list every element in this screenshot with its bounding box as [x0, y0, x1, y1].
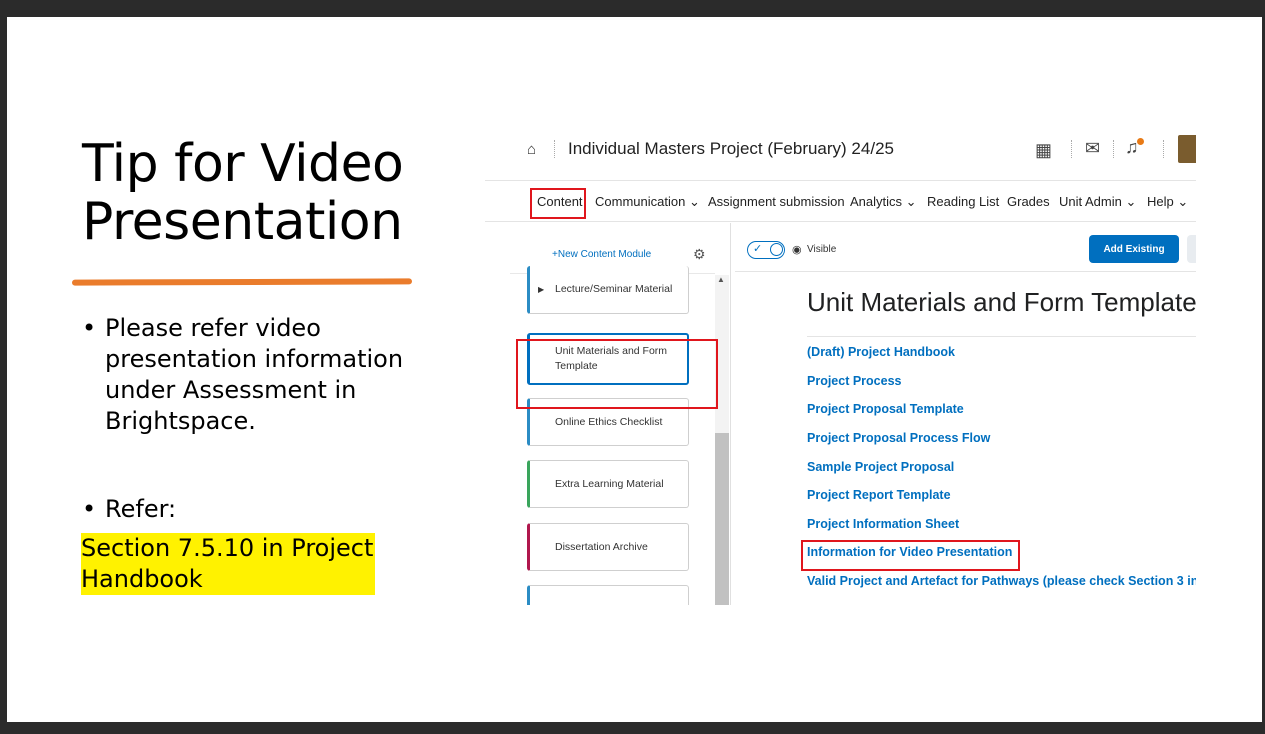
- bullet-item: Refer:: [82, 494, 427, 525]
- module-list: ▶ Lecture/Seminar Material Unit Material…: [510, 266, 715, 605]
- nav-analytics[interactable]: Analytics ⌄: [850, 194, 917, 210]
- notification-dot: [1137, 138, 1144, 145]
- nav-reading-list[interactable]: Reading List: [927, 194, 999, 209]
- scroll-thumb[interactable]: [715, 433, 729, 605]
- nav-assignment-submission[interactable]: Assignment submission: [708, 194, 845, 209]
- visibility-toggle[interactable]: ✓: [747, 241, 785, 259]
- caret-right-icon: ▶: [538, 285, 545, 294]
- course-title[interactable]: Individual Masters Project (February) 24…: [568, 139, 894, 159]
- separator: [554, 140, 555, 158]
- nav-label: Analytics: [850, 194, 903, 209]
- separator: [1071, 140, 1072, 158]
- chat-icon[interactable]: ✉: [1085, 139, 1100, 157]
- topic-link[interactable]: Project Proposal Template: [807, 402, 964, 416]
- module-label: Online Ethics Checklist: [555, 415, 663, 428]
- module-label: Dissertation Archive: [555, 540, 648, 553]
- highlighted-reference: Section 7.5.10 in Project Handbook: [81, 533, 375, 595]
- module-label: Lecture/Seminar Material: [555, 283, 673, 295]
- eye-icon: ◉: [792, 244, 802, 256]
- topic-link[interactable]: (Draft) Project Handbook: [807, 345, 955, 359]
- nav-label: Help: [1147, 194, 1174, 209]
- visible-label: Visible: [807, 244, 837, 255]
- topic-link[interactable]: Project Information Sheet: [807, 517, 959, 531]
- nav-help[interactable]: Help ⌄: [1147, 194, 1188, 210]
- add-existing-button[interactable]: Add Existing: [1089, 235, 1179, 263]
- module-highlight-box: [516, 339, 718, 409]
- toggle-knob: [770, 243, 783, 256]
- topic-link[interactable]: Project Report Template: [807, 488, 951, 502]
- embedded-screenshot: ⌂ Individual Masters Project (February) …: [485, 125, 1196, 605]
- separator: [1113, 140, 1114, 158]
- slide: Tip for Video Presentation Please refer …: [7, 17, 1262, 722]
- module-item[interactable]: Extra Learning Material: [527, 460, 689, 508]
- divider: [735, 271, 1196, 272]
- secondary-button[interactable]: [1187, 235, 1196, 263]
- nav-label: Unit Admin: [1059, 194, 1122, 209]
- bullet-item: Please refer video presentation informat…: [82, 313, 427, 437]
- topic-link[interactable]: Sample Project Proposal: [807, 460, 954, 474]
- chevron-down-icon: ⌄: [1177, 194, 1189, 209]
- scroll-up-icon[interactable]: ▲: [717, 275, 725, 284]
- slide-title: Tip for Video Presentation: [82, 134, 404, 252]
- nav-unit-admin[interactable]: Unit Admin ⌄: [1059, 194, 1136, 210]
- divider: [807, 336, 1196, 337]
- topic-link[interactable]: Project Process: [807, 374, 902, 388]
- module-item[interactable]: Dissertation Archive: [527, 523, 689, 571]
- chevron-down-icon: ⌄: [688, 194, 700, 209]
- new-module-label: New Content Module: [557, 249, 652, 260]
- topic-link[interactable]: Valid Project and Artefact for Pathways …: [807, 574, 1196, 588]
- nav-label: Communication: [595, 194, 686, 209]
- section-title: Unit Materials and Form Template: [807, 287, 1196, 317]
- module-item[interactable]: ▶ Lecture/Seminar Material: [527, 266, 689, 314]
- title-line-1: Tip for Video: [82, 134, 404, 194]
- chevron-down-icon: ⌄: [1125, 194, 1137, 209]
- chevron-down-icon: ⌄: [905, 194, 917, 209]
- title-underline: [71, 278, 413, 286]
- content-highlight-box: [530, 188, 586, 219]
- module-item[interactable]: [527, 585, 689, 605]
- check-icon: ✓: [753, 243, 763, 255]
- new-content-module-button[interactable]: +New Content Module: [552, 249, 651, 260]
- top-bar: ⌂ Individual Masters Project (February) …: [485, 125, 1196, 175]
- home-icon[interactable]: ⌂: [527, 141, 543, 158]
- nav-communication[interactable]: Communication ⌄: [595, 194, 700, 210]
- module-label: Extra Learning Material: [555, 477, 664, 490]
- bullet-list: Please refer video presentation informat…: [82, 313, 427, 525]
- topic-link[interactable]: Project Proposal Process Flow: [807, 431, 990, 445]
- course-nav: Content Communication ⌄ Assignment submi…: [485, 180, 1196, 222]
- separator: [1163, 140, 1164, 158]
- module-panel: +New Content Module ⚙ ▶ Lecture/Seminar …: [510, 223, 731, 605]
- gear-icon[interactable]: ⚙: [693, 246, 706, 263]
- avatar[interactable]: [1178, 135, 1196, 163]
- title-line-2: Presentation: [82, 192, 403, 252]
- link-highlight-box: [801, 540, 1020, 571]
- apps-grid-icon[interactable]: ▦: [1035, 141, 1052, 159]
- nav-grades[interactable]: Grades: [1007, 194, 1050, 209]
